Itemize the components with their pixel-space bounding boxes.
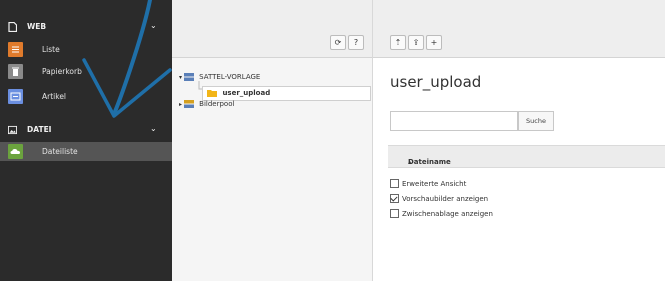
chevron-down-icon: ⌄ (150, 124, 157, 133)
group-label: DATEI (27, 125, 52, 134)
trash-module-icon (8, 64, 23, 79)
image-icon (8, 125, 17, 135)
option-show-clipboard[interactable]: Zwischenablage anzeigen (390, 208, 493, 220)
option-extended-view[interactable]: Erweiterte Ansicht (390, 178, 467, 190)
module-label: Artikel (42, 92, 67, 101)
help-button[interactable]: ? (348, 35, 364, 50)
tree-node-label: SATTEL-VORLAGE (199, 73, 261, 81)
article-module-icon (8, 89, 23, 104)
group-web[interactable]: WEB ⌄ (0, 18, 172, 36)
content-toolbar: ⇡ ⇪ + (373, 0, 665, 58)
page-icon (8, 22, 17, 32)
upload-button[interactable]: ⇡ (390, 35, 406, 50)
tree-node-label: user_upload (222, 89, 271, 97)
option-label: Zwischenablage anzeigen (402, 210, 493, 218)
module-item-liste[interactable]: Liste (0, 40, 172, 59)
module-item-papierkorb[interactable]: Papierkorb (0, 62, 172, 81)
option-show-thumbnails[interactable]: Vorschaubilder anzeigen (390, 193, 489, 205)
folder-tree-panel: ⟳ ? ▾ SATTEL-VORLAGE user_upload ▸ Bilde… (172, 0, 373, 281)
list-module-icon (8, 42, 23, 57)
module-menu: WEB ⌄ Liste Papierkorb Artikel DATEI ⌄ D… (0, 0, 172, 281)
folder-icon (207, 90, 217, 97)
sort-ascending-icon: ▴ (408, 158, 412, 166)
tree-node-bilderpool[interactable]: ▸ Bilderpool (179, 98, 234, 110)
tree-node-sattel-vorlage[interactable]: ▾ SATTEL-VORLAGE (179, 71, 260, 83)
checkbox[interactable] (390, 178, 399, 188)
module-item-dateiliste[interactable]: Dateiliste (0, 142, 172, 161)
new-file-icon: ⇪ (412, 38, 420, 47)
page-title: user_upload (390, 73, 482, 91)
module-item-artikel[interactable]: Artikel (0, 87, 172, 106)
module-label: Dateiliste (42, 147, 78, 156)
storage-icon (183, 73, 194, 81)
help-label: ? (353, 38, 359, 47)
checkbox-checked[interactable] (390, 193, 399, 203)
new-folder-button[interactable]: + (426, 35, 442, 50)
search-input[interactable] (390, 111, 518, 131)
refresh-icon: ⟳ (334, 38, 342, 47)
tree-node-label: Bilderpool (199, 100, 235, 108)
refresh-button[interactable]: ⟳ (330, 35, 346, 50)
upload-icon: ⇡ (394, 38, 402, 47)
storage-icon (183, 100, 194, 108)
new-file-button[interactable]: ⇪ (408, 35, 424, 50)
chevron-down-icon: ⌄ (150, 21, 157, 30)
column-header-label: Dateiname (408, 158, 451, 166)
checkbox[interactable] (390, 208, 399, 218)
file-list-content: ⇡ ⇪ + user_upload Suche Dateiname ▴ Erwe… (373, 0, 665, 281)
group-label: WEB (27, 22, 47, 31)
option-label: Erweiterte Ansicht (402, 180, 467, 188)
module-label: Liste (42, 45, 60, 54)
plus-icon: + (430, 38, 438, 47)
module-label: Papierkorb (42, 67, 82, 76)
tree-toolbar: ⟳ ? (172, 0, 372, 58)
option-label: Vorschaubilder anzeigen (402, 195, 489, 203)
group-datei[interactable]: DATEI ⌄ (0, 121, 172, 139)
table-header: Dateiname ▴ (388, 145, 665, 168)
cloud-module-icon (8, 144, 23, 159)
search-button[interactable]: Suche (518, 111, 554, 131)
